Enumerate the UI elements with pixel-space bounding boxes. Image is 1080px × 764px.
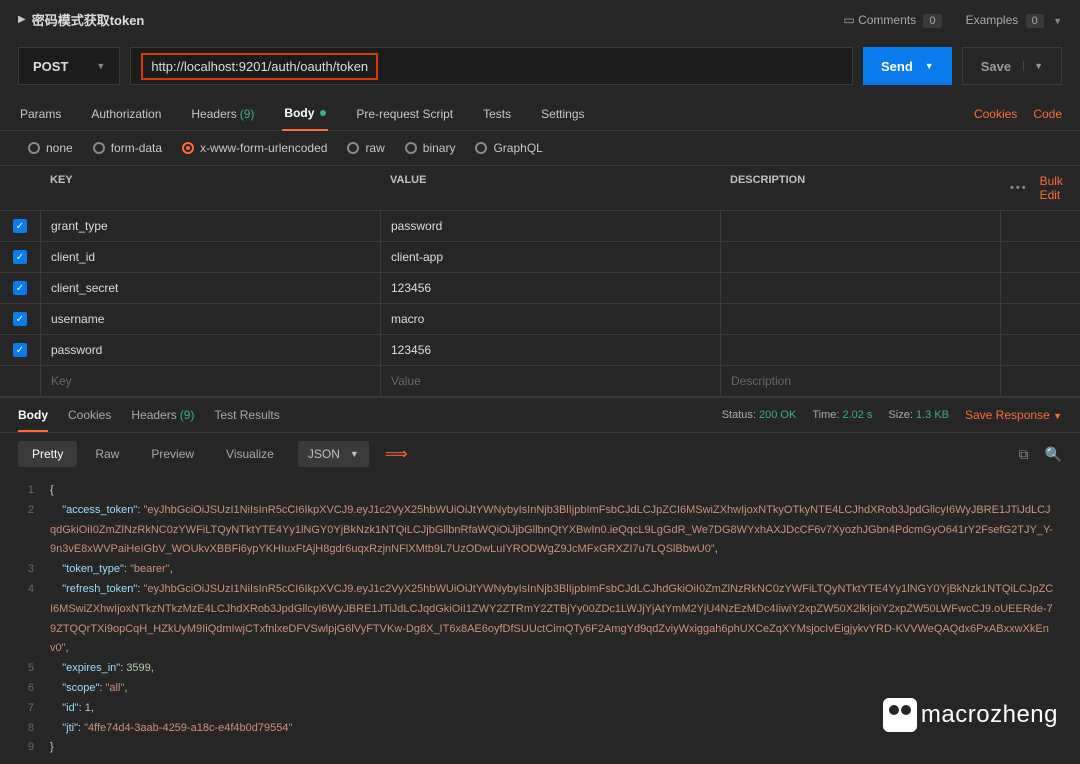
rtab-cookies[interactable]: Cookies — [68, 408, 111, 422]
cell-key[interactable]: username — [40, 304, 380, 334]
cell-desc[interactable] — [720, 242, 1000, 272]
copy-icon[interactable]: ⧉ — [1019, 446, 1029, 463]
tab-body[interactable]: Body — [282, 97, 328, 131]
cell-desc[interactable] — [720, 273, 1000, 303]
checkbox[interactable]: ✓ — [13, 281, 27, 295]
cell-key[interactable]: password — [40, 335, 380, 365]
search-icon[interactable]: 🔍 — [1045, 446, 1062, 463]
chevron-down-icon: ▼ — [925, 61, 934, 71]
cell-desc[interactable] — [720, 304, 1000, 334]
request-title: 密码模式获取token — [32, 10, 145, 29]
cell-desc[interactable] — [720, 211, 1000, 241]
table-row: ✓ client_idclient-app — [0, 242, 1080, 273]
table-header-row: KEY VALUE DESCRIPTION ••• Bulk Edit — [0, 166, 1080, 211]
active-dot-icon — [320, 110, 326, 116]
chevron-down-icon: ▼ — [96, 61, 105, 71]
chevron-down-icon: ▼ — [1053, 16, 1062, 26]
tab-settings[interactable]: Settings — [539, 97, 586, 131]
radio-icon — [347, 142, 359, 154]
collapse-triangle-icon[interactable]: ▶ — [18, 14, 26, 25]
save-response-button[interactable]: Save Response ▼ — [965, 408, 1062, 422]
radio-icon — [475, 142, 487, 154]
request-tabs: Params Authorization Headers(9) Body Pre… — [0, 97, 1080, 131]
rtab-headers[interactable]: Headers(9) — [131, 408, 194, 422]
cell-key[interactable]: client_id — [40, 242, 380, 272]
status-text: Status: 200 OK — [722, 409, 797, 421]
radio-icon — [182, 142, 194, 154]
cell-desc-ph[interactable]: Description — [720, 366, 1000, 396]
save-button[interactable]: Save ▼ — [962, 47, 1062, 85]
tab-headers[interactable]: Headers(9) — [189, 97, 256, 131]
radio-none[interactable]: none — [28, 141, 73, 155]
col-value: VALUE — [380, 166, 720, 210]
view-raw[interactable]: Raw — [81, 441, 133, 467]
tab-tests[interactable]: Tests — [481, 97, 513, 131]
response-view-bar: Pretty Raw Preview Visualize JSON▼ ⟹ ⧉ 🔍 — [0, 433, 1080, 475]
time-text: Time: 2.02 s — [812, 409, 872, 421]
radio-icon — [93, 142, 105, 154]
table-row: ✓ usernamemacro — [0, 304, 1080, 335]
view-pretty[interactable]: Pretty — [18, 441, 77, 467]
radio-graphql[interactable]: GraphQL — [475, 141, 542, 155]
radio-raw[interactable]: raw — [347, 141, 384, 155]
comment-icon: ▭ — [843, 13, 854, 27]
checkbox[interactable]: ✓ — [13, 343, 27, 357]
request-bar: POST ▼ http://localhost:9201/auth/oauth/… — [0, 39, 1080, 97]
table-row: ✓ grant_typepassword — [0, 211, 1080, 242]
tab-params[interactable]: Params — [18, 97, 63, 131]
table-row-placeholder: KeyValueDescription — [0, 366, 1080, 397]
request-header: ▶ 密码模式获取token ▭ Comments 0 Examples 0 ▼ — [0, 0, 1080, 39]
cell-desc[interactable] — [720, 335, 1000, 365]
cell-value-ph[interactable]: Value — [380, 366, 720, 396]
cell-value[interactable]: 123456 — [380, 273, 720, 303]
url-input[interactable]: http://localhost:9201/auth/oauth/token — [130, 47, 853, 85]
checkbox[interactable]: ✓ — [13, 250, 27, 264]
cell-key[interactable]: client_secret — [40, 273, 380, 303]
cookies-link[interactable]: Cookies — [974, 107, 1017, 121]
rtab-body[interactable]: Body — [18, 408, 48, 432]
more-icon[interactable]: ••• — [1010, 182, 1028, 194]
table-row: ✓ password123456 — [0, 335, 1080, 366]
watermark: macrozheng — [883, 698, 1058, 732]
size-text: Size: 1.3 KB — [888, 409, 949, 421]
cell-value[interactable]: password — [380, 211, 720, 241]
chevron-down-icon: ▼ — [350, 449, 359, 459]
cell-value[interactable]: 123456 — [380, 335, 720, 365]
code-link[interactable]: Code — [1033, 107, 1062, 121]
view-preview[interactable]: Preview — [137, 441, 208, 467]
radio-icon — [405, 142, 417, 154]
lang-select[interactable]: JSON▼ — [298, 441, 369, 467]
cell-value[interactable]: macro — [380, 304, 720, 334]
chevron-down-icon: ▼ — [1023, 61, 1043, 71]
method-select[interactable]: POST ▼ — [18, 47, 120, 85]
cell-key[interactable]: grant_type — [40, 211, 380, 241]
radio-xwww[interactable]: x-www-form-urlencoded — [182, 141, 327, 155]
examples-button[interactable]: Examples 0 ▼ — [966, 13, 1062, 27]
wechat-icon — [883, 698, 917, 732]
cell-key-ph[interactable]: Key — [40, 366, 380, 396]
checkbox[interactable]: ✓ — [13, 312, 27, 326]
tab-authorization[interactable]: Authorization — [89, 97, 163, 131]
table-row: ✓ client_secret123456 — [0, 273, 1080, 304]
wrap-icon[interactable]: ⟹ — [385, 444, 408, 464]
col-key: KEY — [40, 166, 380, 210]
radio-form-data[interactable]: form-data — [93, 141, 162, 155]
comments-button[interactable]: ▭ Comments 0 — [843, 13, 941, 27]
checkbox[interactable]: ✓ — [13, 219, 27, 233]
cell-value[interactable]: client-app — [380, 242, 720, 272]
tab-prerequest[interactable]: Pre-request Script — [354, 97, 455, 131]
body-type-radios: none form-data x-www-form-urlencoded raw… — [0, 131, 1080, 166]
send-button[interactable]: Send ▼ — [863, 47, 952, 85]
bulk-edit-link[interactable]: Bulk Edit — [1040, 174, 1066, 202]
radio-icon — [28, 142, 40, 154]
col-desc: DESCRIPTION — [720, 166, 1000, 210]
response-tabs: Body Cookies Headers(9) Test Results Sta… — [0, 397, 1080, 433]
rtab-tests[interactable]: Test Results — [214, 408, 279, 422]
params-table: KEY VALUE DESCRIPTION ••• Bulk Edit ✓ gran… — [0, 166, 1080, 397]
radio-binary[interactable]: binary — [405, 141, 456, 155]
view-visualize[interactable]: Visualize — [212, 441, 288, 467]
